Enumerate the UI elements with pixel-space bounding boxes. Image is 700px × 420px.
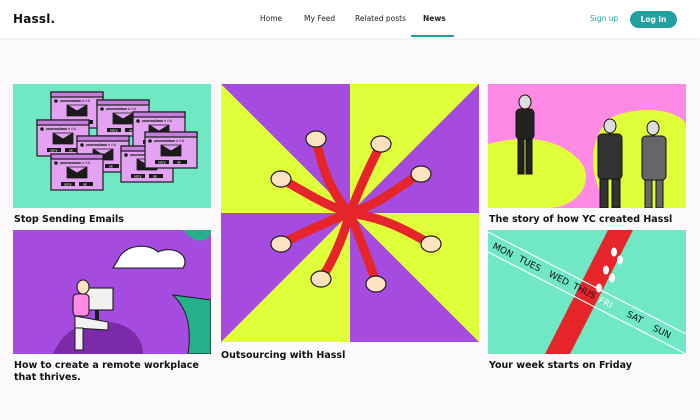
popup-text: your mailbox is full [106, 107, 136, 111]
log-in-button[interactable]: Log in [630, 11, 677, 28]
mailbox-full-popup: your mailbox is full retry ok [50, 153, 104, 191]
mailbox-full-popup: your mailbox is full retry ok [144, 131, 198, 169]
popup-text: your mailbox is full [60, 99, 90, 103]
popup-text: your mailbox is full [86, 143, 116, 147]
day-label: MON [491, 242, 515, 261]
popup-text: ok [69, 149, 73, 153]
day-label: SUN [651, 324, 673, 342]
article-title-yc-story[interactable]: The story of how YC created Hassl [489, 214, 687, 226]
popup-text: your mailbox is full [46, 127, 76, 131]
popup-text: ok [83, 183, 87, 187]
article-image-week-friday[interactable]: MON TUES WED THUS FRI SAT SUN [488, 230, 686, 354]
popup-text: your mailbox is full [154, 139, 184, 143]
top-nav-bar: Hassl. Home My Feed Related posts News S… [0, 0, 700, 38]
article-title-outsourcing[interactable]: Outsourcing with Hassl [221, 350, 479, 362]
popup-text: ok [177, 161, 181, 165]
article-title-week-friday[interactable]: Your week starts on Friday [489, 360, 687, 372]
nav-home[interactable]: Home [260, 0, 282, 38]
article-image-outsourcing[interactable] [221, 84, 479, 342]
nav-my-feed[interactable]: My Feed [304, 0, 335, 38]
logo[interactable]: Hassl. [13, 12, 55, 26]
nav-news[interactable]: News [423, 0, 446, 38]
article-title-remote-workplace[interactable]: How to create a remote workplace that th… [14, 360, 212, 384]
article-title-stop-sending-emails[interactable]: Stop Sending Emails [14, 214, 212, 226]
popup-text: your mailbox is full [60, 161, 90, 165]
article-image-stop-sending-emails[interactable]: your mailbox is full retry ok your mailbox… [13, 84, 211, 208]
popup-text: retry [134, 175, 142, 179]
popup-text: retry [158, 161, 166, 165]
article-image-yc-story[interactable] [488, 84, 686, 208]
popup-text: retry [110, 129, 118, 133]
nav-related-posts[interactable]: Related posts [355, 0, 406, 38]
popup-text: retry [50, 149, 58, 153]
sign-up-link[interactable]: Sign up [590, 0, 618, 38]
active-tab-indicator [411, 35, 454, 37]
popup-text: retry [64, 183, 72, 187]
popup-text: your mailbox is full [142, 119, 172, 123]
popup-text: ok [153, 175, 157, 179]
article-image-remote-workplace[interactable] [13, 230, 211, 354]
popup-text: ok [109, 165, 113, 169]
popup-text: ok [129, 129, 133, 133]
